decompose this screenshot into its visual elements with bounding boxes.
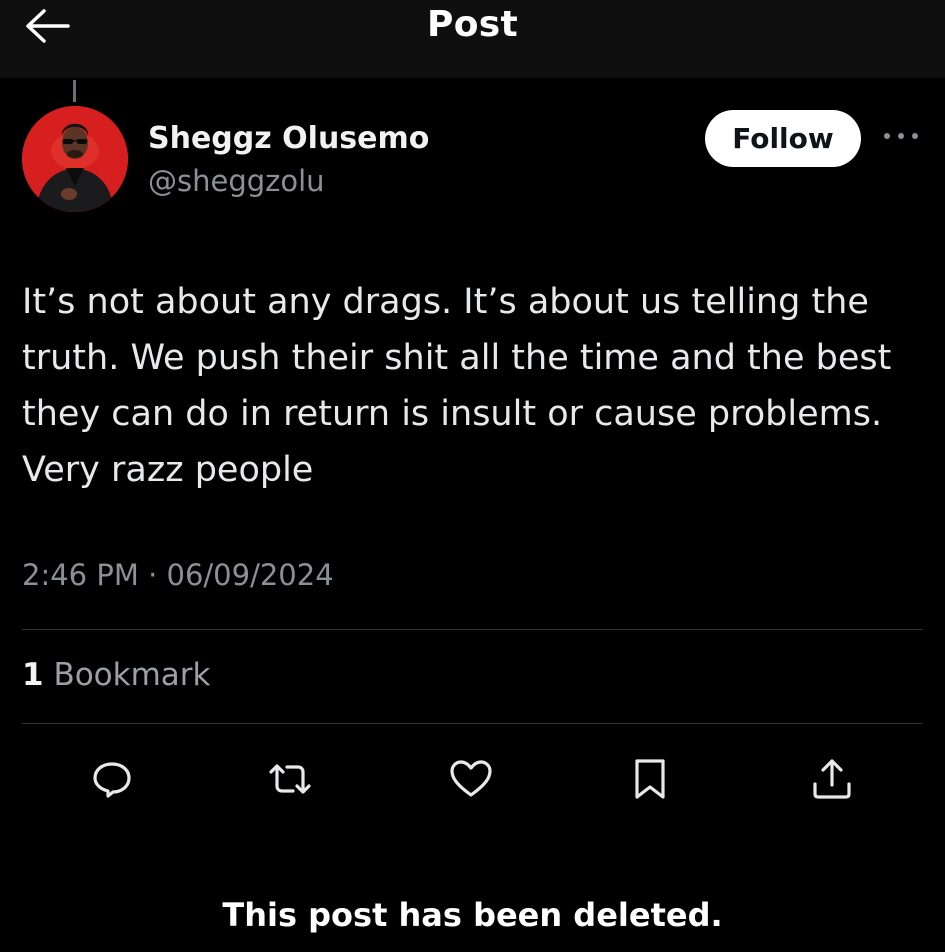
avatar-photo	[22, 106, 128, 212]
divider	[22, 629, 923, 630]
share-button[interactable]	[808, 755, 856, 803]
divider	[22, 723, 923, 724]
more-options-button[interactable]	[880, 124, 922, 148]
thread-connector-line	[73, 80, 76, 102]
repost-icon	[269, 764, 311, 794]
bookmark-icon	[635, 759, 665, 799]
top-bar: Post	[0, 0, 945, 78]
post-timestamp[interactable]: 2:46 PM · 06/09/2024	[22, 558, 334, 592]
repost-button[interactable]	[266, 755, 314, 803]
author-name[interactable]: Sheggz Olusemo	[148, 121, 429, 156]
post-text: It’s not about any drags. It’s about us …	[22, 282, 892, 490]
page-title: Post	[427, 4, 518, 45]
like-icon	[450, 760, 492, 797]
like-button[interactable]	[447, 755, 495, 803]
more-horizontal-icon	[884, 133, 918, 139]
deleted-notice: This post has been deleted.	[222, 896, 723, 934]
avatar[interactable]	[22, 106, 128, 212]
bookmark-count-number: 1	[22, 657, 44, 693]
reply-icon	[93, 762, 131, 798]
follow-button[interactable]: Follow	[705, 110, 861, 167]
share-icon	[813, 759, 851, 799]
post-page: Post Sheggz Olusemo @sheggzolu Follow It…	[0, 0, 945, 952]
bookmark-count-label: Bookmark	[53, 657, 211, 693]
bookmark-button[interactable]	[626, 755, 674, 803]
author-handle[interactable]: @sheggzolu	[148, 164, 325, 198]
bookmark-count[interactable]: 1 Bookmark	[22, 657, 210, 693]
reply-button[interactable]	[88, 755, 136, 803]
